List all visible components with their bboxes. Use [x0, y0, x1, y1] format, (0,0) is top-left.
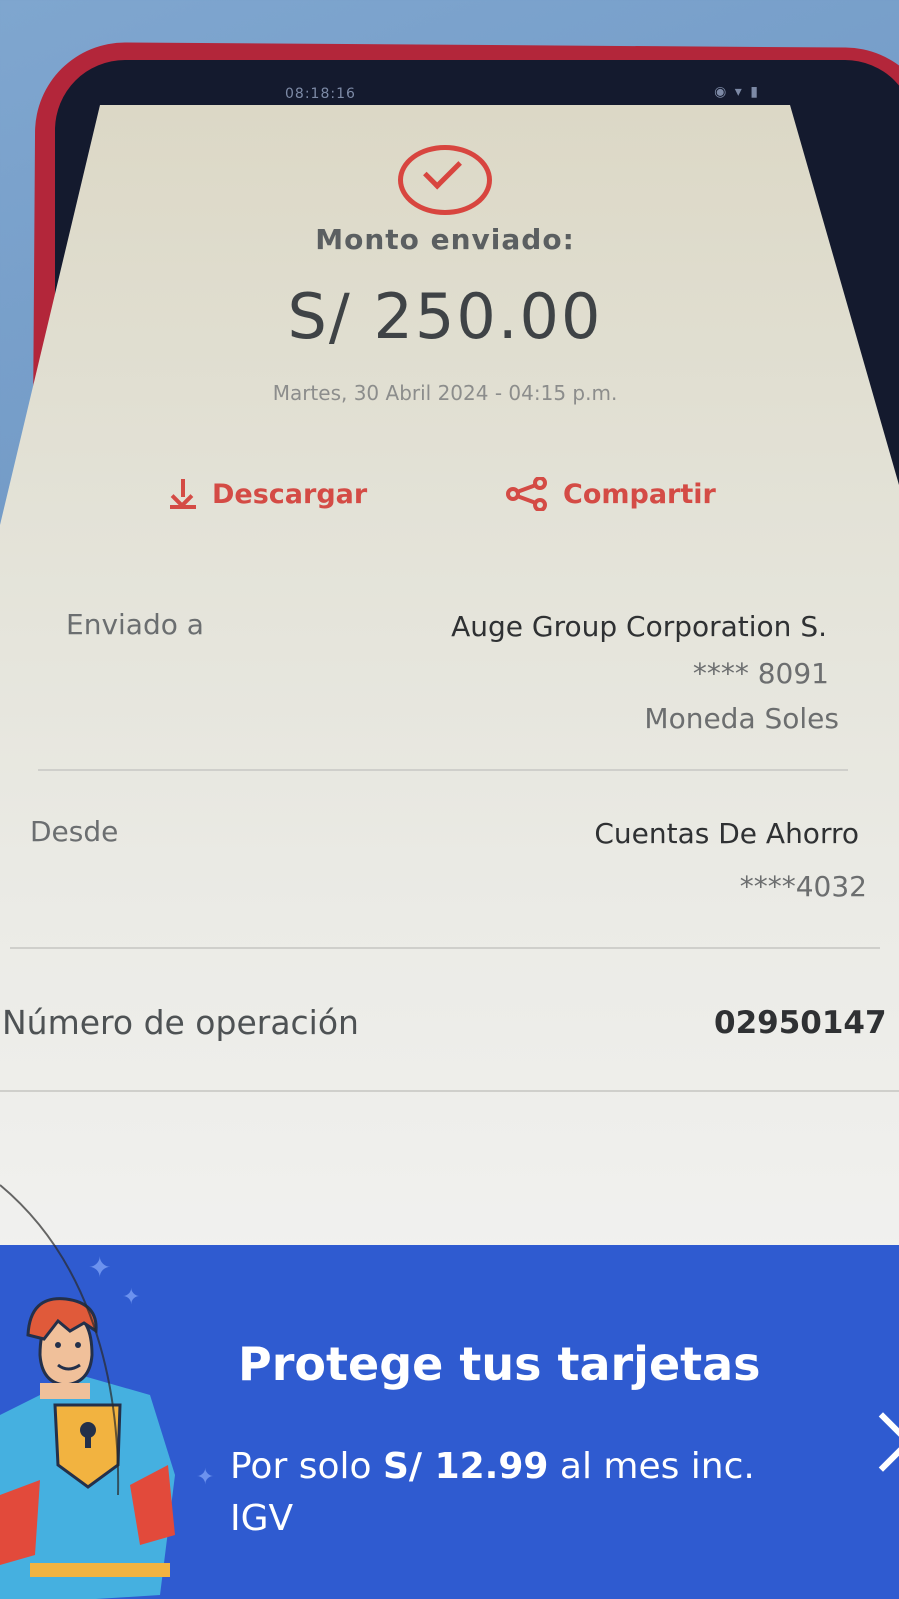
recipient-currency: Moneda Soles	[644, 702, 839, 735]
from-label: Desde	[30, 815, 119, 848]
download-button[interactable]: Descargar	[168, 477, 367, 511]
share-button[interactable]: Compartir	[505, 477, 716, 511]
operation-label: Número de operación	[2, 1003, 359, 1042]
source-account: ****4032	[739, 870, 867, 903]
divider	[0, 1090, 899, 1092]
operation-number: 02950147	[714, 1005, 887, 1041]
check-circle-icon	[398, 145, 492, 215]
share-icon	[506, 477, 547, 511]
download-icon	[168, 477, 198, 511]
chevron-right-icon[interactable]	[853, 1412, 899, 1472]
screen: Monto enviado: S/ 250.00 Martes, 30 Abri…	[0, 105, 899, 1599]
source-account-type: Cuentas De Ahorro	[594, 817, 859, 850]
promo-title: Protege tus tarjetas	[238, 1337, 761, 1391]
amount-value: S/ 250.00	[287, 280, 603, 353]
superhero-illustration	[0, 1297, 175, 1599]
amount-label: Monto enviado:	[315, 223, 575, 256]
divider	[38, 769, 848, 771]
status-icons: ◉ ▾ ▮	[714, 84, 760, 100]
transfer-receipt: Monto enviado: S/ 250.00 Martes, 30 Abri…	[0, 105, 899, 1265]
download-label: Descargar	[212, 478, 368, 510]
share-label: Compartir	[563, 478, 716, 510]
promo-text-before: Por solo	[230, 1446, 383, 1487]
divider	[10, 947, 880, 949]
check-mark	[423, 150, 462, 190]
recipient-name: Auge Group Corporation S.	[451, 610, 827, 643]
status-time: 08:18:16	[285, 86, 356, 102]
recipient-account: **** 8091	[692, 657, 829, 690]
promo-price: S/ 12.99	[382, 1446, 549, 1487]
promo-banner[interactable]: ✦ ✦ ✦ Protege tus tarjetas Por solo S/ 1…	[0, 1245, 899, 1599]
sent-to-label: Enviado a	[66, 608, 204, 641]
transaction-date: Martes, 30 Abril 2024 - 04:15 p.m.	[272, 381, 618, 405]
promo-text: Por solo S/ 12.99 al mes inc. IGV	[230, 1441, 790, 1545]
